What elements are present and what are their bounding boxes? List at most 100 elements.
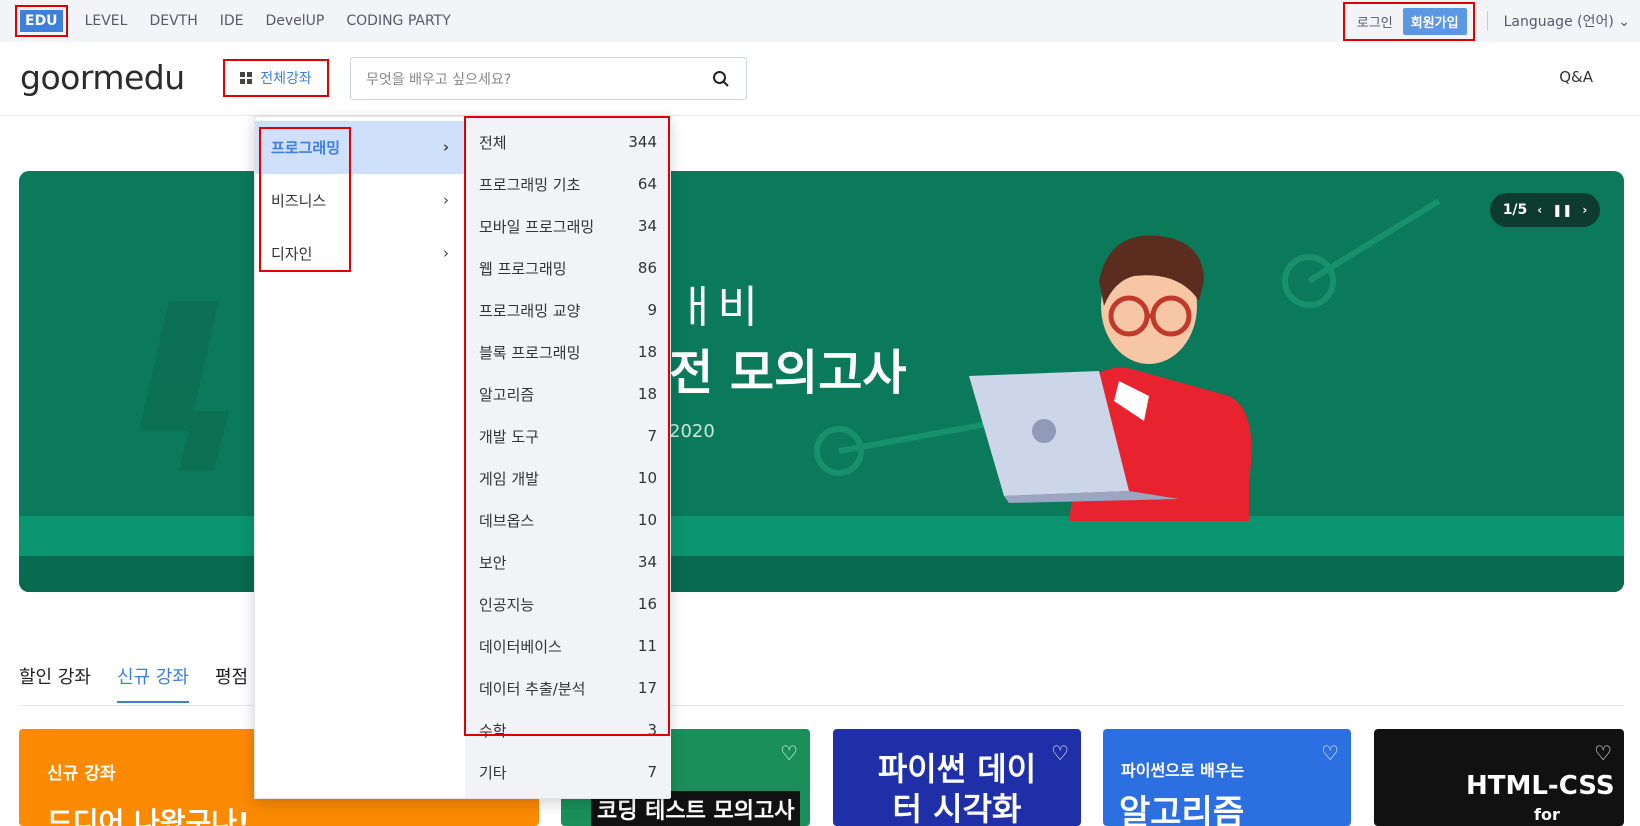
subcategory-item[interactable]: 게임 개발 10 bbox=[465, 457, 671, 499]
subcategory-label: 프로그래밍 기초 bbox=[479, 175, 581, 194]
subcategory-count: 7 bbox=[647, 427, 657, 445]
subcategory-count: 86 bbox=[637, 259, 657, 277]
course-tabs: 할인 강좌 신규 강좌 평점 bbox=[19, 663, 248, 703]
heart-icon[interactable]: ♡ bbox=[1594, 741, 1612, 765]
language-select[interactable]: Language (언어) ⌄ bbox=[1486, 11, 1630, 31]
subcategory-item[interactable]: 개발 도구 7 bbox=[465, 415, 671, 457]
main-header: goormedu 전체강좌 무엇을 배우고 싶으세요? Q&A bbox=[0, 42, 1640, 116]
subcategory-item[interactable]: 웹 프로그래밍 86 bbox=[465, 247, 671, 289]
subcategory-label: 블록 프로그래밍 bbox=[479, 343, 581, 362]
chevron-right-icon: › bbox=[443, 191, 449, 209]
login-link[interactable]: 로그인 bbox=[1357, 12, 1393, 31]
category-label: 프로그래밍 bbox=[271, 139, 341, 157]
card-title: 파이썬 데이터 시각화 bbox=[877, 750, 1037, 826]
card-tag: 신규 강좌 bbox=[47, 764, 116, 784]
subcategory-item[interactable]: 수학 3 bbox=[465, 709, 671, 751]
card-title: 드디어 나왔구나! bbox=[47, 806, 250, 826]
subcategory-item[interactable]: 인공지능 16 bbox=[465, 583, 671, 625]
subcategory-item[interactable]: 기타 7 bbox=[465, 751, 671, 793]
subcategory-count: 64 bbox=[637, 175, 657, 193]
account-area: 로그인 회원가입 Language (언어) ⌄ bbox=[1342, 0, 1630, 42]
subcategory-label: 웹 프로그래밍 bbox=[479, 259, 567, 278]
category-item-business[interactable]: 비즈니스 › bbox=[255, 174, 465, 227]
service-link-coding-party[interactable]: CODING PARTY bbox=[346, 11, 450, 31]
category-label: 비즈니스 bbox=[271, 192, 327, 210]
tab-new[interactable]: 신규 강좌 bbox=[116, 663, 189, 703]
service-nav: EDU LEVEL DEVTH IDE DevelUP CODING PARTY bbox=[15, 0, 473, 42]
subcategory-count: 3 bbox=[647, 721, 657, 739]
service-link-ide[interactable]: IDE bbox=[220, 11, 244, 31]
category-label: 디자인 bbox=[271, 245, 313, 263]
chevron-right-icon: › bbox=[443, 244, 449, 262]
subcategory-item[interactable]: 프로그래밍 교양 9 bbox=[465, 289, 671, 331]
service-link-develup[interactable]: DevelUP bbox=[266, 11, 325, 31]
subcategory-label: 데이터 추출/분석 bbox=[479, 679, 586, 698]
top-service-bar: EDU LEVEL DEVTH IDE DevelUP CODING PARTY… bbox=[0, 0, 1640, 42]
chevron-right-icon: › bbox=[442, 138, 449, 156]
all-courses-label: 전체강좌 bbox=[260, 71, 312, 87]
heart-icon[interactable]: ♡ bbox=[780, 741, 798, 765]
subcategory-item[interactable]: 모바일 프로그래밍 34 bbox=[465, 205, 671, 247]
subcategory-label: 프로그래밍 교양 bbox=[479, 301, 581, 320]
subcategory-item[interactable]: 알고리즘 18 bbox=[465, 373, 671, 415]
search-input[interactable]: 무엇을 배우고 싶으세요? bbox=[350, 57, 747, 100]
subcategory-count: 18 bbox=[637, 385, 657, 403]
subcategory-label: 전체 bbox=[479, 133, 507, 152]
subcategory-count: 10 bbox=[637, 511, 657, 529]
subcategory-item[interactable]: 블록 프로그래밍 18 bbox=[465, 331, 671, 373]
subcategory-count: 11 bbox=[637, 637, 657, 655]
subcategory-label: 데브옵스 bbox=[479, 511, 535, 530]
banner-title-line1: ㅐ비 bbox=[677, 282, 758, 333]
search-placeholder: 무엇을 배우고 싶으세요? bbox=[366, 72, 512, 88]
subcategory-count: 9 bbox=[647, 301, 657, 319]
next-icon[interactable]: › bbox=[1582, 203, 1587, 217]
subcategory-list: 전체 344 프로그래밍 기초 64 모바일 프로그래밍 34 웹 프로그래밍 86 프… bbox=[465, 117, 671, 798]
signup-button[interactable]: 회원가입 bbox=[1402, 7, 1467, 35]
subcategory-item[interactable]: 데이터베이스 11 bbox=[465, 625, 671, 667]
subcategory-item[interactable]: 데브옵스 10 bbox=[465, 499, 671, 541]
subcategory-label: 데이터베이스 bbox=[479, 637, 562, 656]
category-item-design[interactable]: 디자인 › bbox=[255, 227, 465, 280]
subcategory-count: 16 bbox=[637, 595, 657, 613]
auth-group: 로그인 회원가입 bbox=[1342, 1, 1475, 41]
subcategory-count: 34 bbox=[637, 553, 657, 571]
prev-icon[interactable]: ‹ bbox=[1537, 203, 1542, 217]
service-link-edu[interactable]: EDU bbox=[15, 5, 68, 37]
subcategory-label: 알고리즘 bbox=[479, 385, 535, 404]
pause-icon[interactable]: ❚❚ bbox=[1552, 203, 1572, 217]
subcategory-item[interactable]: 보안 34 bbox=[465, 541, 671, 583]
category-item-programming[interactable]: 프로그래밍 › bbox=[255, 121, 465, 174]
subcategory-label: 개발 도구 bbox=[479, 427, 539, 446]
subcategory-count: 10 bbox=[637, 469, 657, 487]
subcategory-label: 모바일 프로그래밍 bbox=[479, 217, 595, 236]
banner-title-line2: 전 모의고사 bbox=[669, 345, 907, 401]
card-title: 알고리즘 bbox=[1119, 793, 1245, 826]
goormedu-logo[interactable]: goormedu bbox=[20, 58, 185, 97]
grid-icon bbox=[240, 72, 253, 84]
subcategory-label: 수학 bbox=[479, 721, 507, 740]
all-courses-button[interactable]: 전체강좌 bbox=[223, 59, 329, 97]
course-card[interactable]: 파이썬으로 배우는 알고리즘 ♡ bbox=[1103, 729, 1351, 826]
heart-icon[interactable]: ♡ bbox=[1051, 741, 1069, 765]
subcategory-item[interactable]: 프로그래밍 기초 64 bbox=[465, 163, 671, 205]
subcategory-label: 인공지능 bbox=[479, 595, 535, 614]
tab-rating[interactable]: 평점 bbox=[215, 663, 248, 703]
course-card[interactable]: 파이썬 데이터 시각화 ♡ bbox=[833, 729, 1081, 826]
developer-illustration bbox=[969, 235, 1252, 521]
service-link-level[interactable]: LEVEL bbox=[85, 11, 128, 31]
search-icon[interactable] bbox=[712, 70, 730, 88]
subcategory-label: 보안 bbox=[479, 553, 507, 572]
subcategory-count: 34 bbox=[637, 217, 657, 235]
qa-link[interactable]: Q&A bbox=[1559, 68, 1593, 86]
tab-discount[interactable]: 할인 강좌 bbox=[19, 663, 91, 703]
course-card[interactable]: HTML-CSS for newbie ♡ bbox=[1374, 729, 1624, 826]
card-title: HTML-CSS bbox=[1466, 771, 1615, 801]
heart-icon[interactable]: ♡ bbox=[1321, 741, 1339, 765]
subcategory-count: 17 bbox=[637, 679, 657, 697]
subcategory-item[interactable]: 데이터 추출/분석 17 bbox=[465, 667, 671, 709]
service-link-devth[interactable]: DEVTH bbox=[149, 11, 197, 31]
subcategory-label: 기타 bbox=[479, 763, 507, 782]
subcategory-item[interactable]: 전체 344 bbox=[465, 121, 671, 163]
category-list: 프로그래밍 › 비즈니스 › 디자인 › bbox=[255, 117, 465, 798]
subcategory-label: 게임 개발 bbox=[479, 469, 539, 488]
